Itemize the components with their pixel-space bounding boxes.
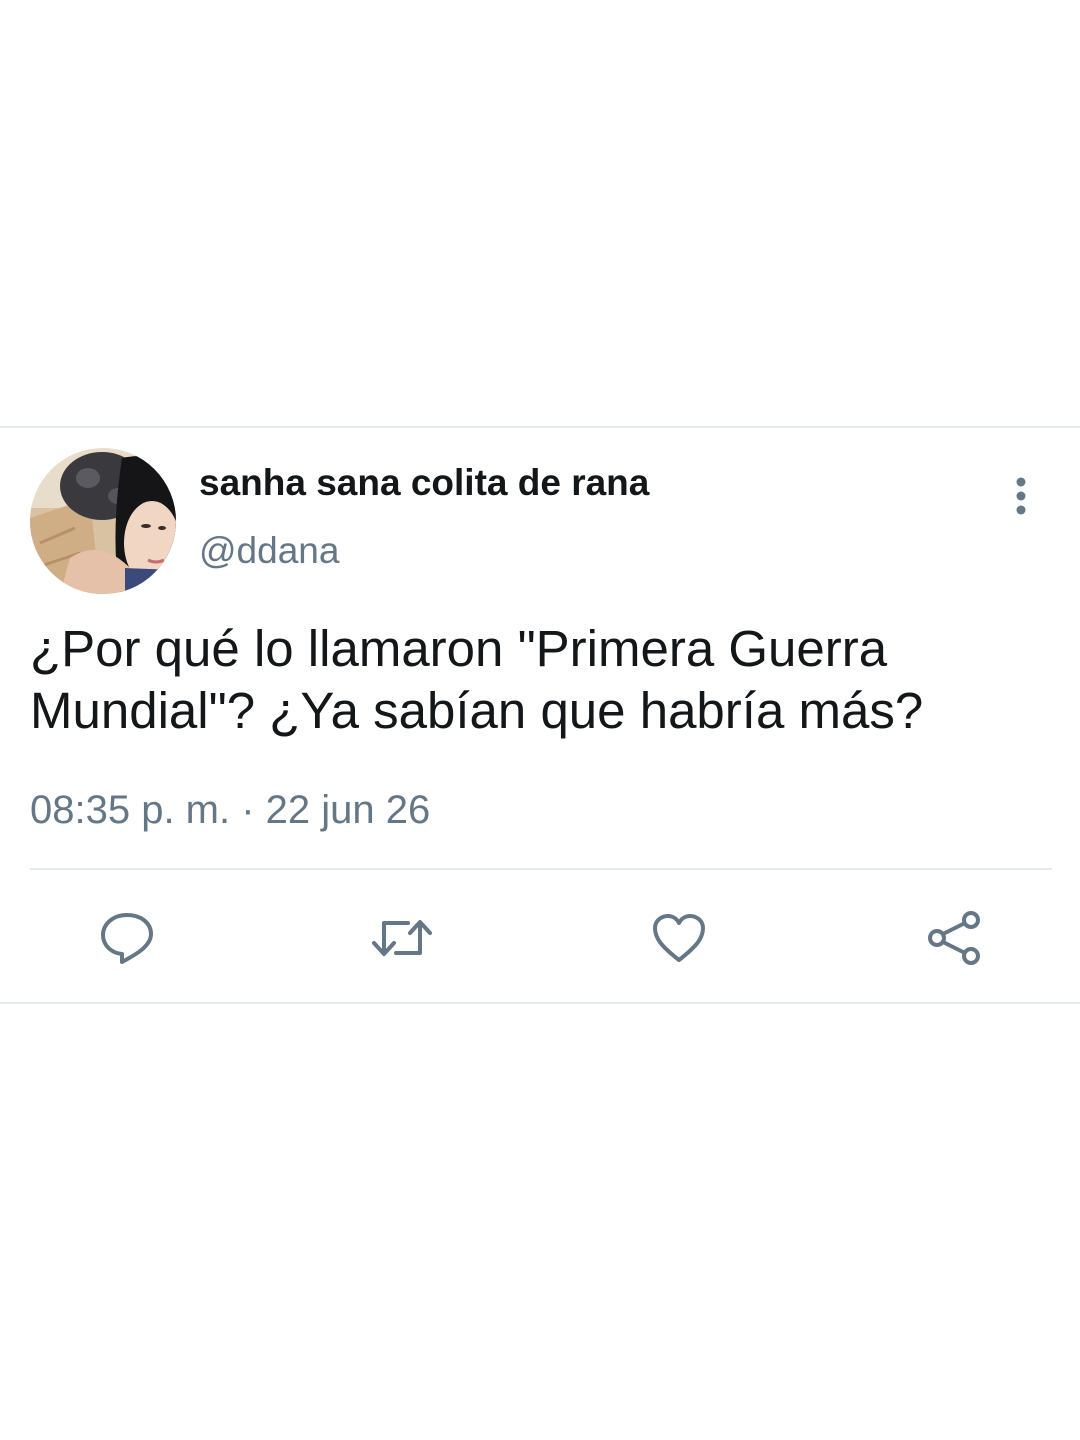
more-options-button[interactable]: [1002, 474, 1040, 518]
avatar[interactable]: [30, 448, 176, 594]
tweet-card: sanha sana colita de rana @ddana ¿Por qu…: [0, 426, 1080, 1004]
display-name[interactable]: sanha sana colita de rana: [199, 462, 649, 504]
divider: [30, 868, 1052, 870]
reply-icon: [101, 913, 153, 964]
share-icon: [928, 911, 980, 965]
user-handle[interactable]: @ddana: [199, 530, 339, 572]
retweet-button[interactable]: [370, 906, 434, 970]
share-button[interactable]: [922, 906, 986, 970]
tweet-timestamp[interactable]: 08:35 p. m. · 22 jun 26: [30, 788, 430, 833]
like-button[interactable]: [647, 906, 711, 970]
reply-button[interactable]: [95, 906, 159, 970]
tweet-text: ¿Por qué lo llamaron "Primera Guerra Mun…: [30, 620, 924, 739]
avatar-image: [30, 448, 176, 594]
retweet-icon: [372, 920, 432, 956]
more-vertical-icon: [1016, 477, 1026, 515]
heart-icon: [653, 914, 705, 962]
